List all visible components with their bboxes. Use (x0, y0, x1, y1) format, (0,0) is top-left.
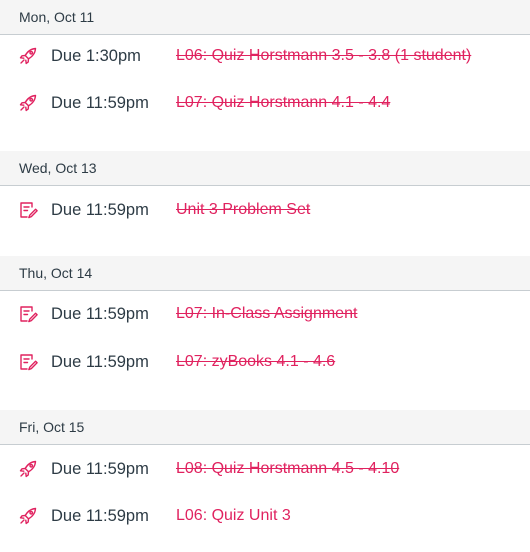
planner-item: Due 11:59pm L07: In-Class Assignment (0, 294, 530, 334)
quiz-rocket-icon (18, 506, 38, 526)
assignment-icon (18, 200, 38, 220)
planner-item: Due 11:59pm L06: Quiz Unit 3 (0, 496, 530, 536)
day-group-thu-oct-14: Thu, Oct 14 (0, 256, 530, 291)
day-group-mon-oct-11: Mon, Oct 11 (0, 0, 530, 35)
quiz-rocket-icon (18, 46, 38, 66)
item-due-time: Due 11:59pm (51, 352, 149, 371)
item-due-time: Due 11:59pm (51, 459, 149, 478)
planner-item: Due 1:30pm L06: Quiz Horstmann 3.5 - 3.8… (0, 36, 530, 76)
item-title-link[interactable]: L06: Quiz Unit 3 (176, 507, 291, 525)
day-header: Fri, Oct 15 (0, 410, 530, 445)
item-title-link[interactable]: L08: Quiz Horstmann 4.5 - 4.10 (176, 460, 399, 478)
planner-item: Due 11:59pm Unit 3 Problem Set (0, 190, 530, 230)
item-due-time: Due 11:59pm (51, 304, 149, 323)
item-title-link[interactable]: L06: Quiz Horstmann 3.5 - 3.8 (1 student… (176, 47, 471, 65)
item-due-time: Due 11:59pm (51, 93, 149, 112)
day-header-label: Thu, Oct 14 (19, 265, 93, 281)
quiz-rocket-icon (18, 93, 38, 113)
planner-item: Due 11:59pm L07: zyBooks 4.1 - 4.6 (0, 342, 530, 382)
item-title-link[interactable]: L07: zyBooks 4.1 - 4.6 (176, 353, 335, 371)
item-title-link[interactable]: L07: Quiz Horstmann 4.1 - 4.4 (176, 94, 390, 112)
quiz-rocket-icon (18, 459, 38, 479)
item-title-link[interactable]: Unit 3 Problem Set (176, 201, 310, 219)
day-header-label: Fri, Oct 15 (19, 419, 85, 435)
day-group-fri-oct-15: Fri, Oct 15 (0, 410, 530, 445)
day-header-label: Mon, Oct 11 (19, 9, 95, 25)
item-title-link[interactable]: L07: In-Class Assignment (176, 305, 357, 323)
item-due-time: Due 1:30pm (51, 46, 141, 65)
assignment-icon (18, 304, 38, 324)
day-header: Wed, Oct 13 (0, 151, 530, 186)
day-header-label: Wed, Oct 13 (19, 160, 97, 176)
item-due-time: Due 11:59pm (51, 506, 149, 525)
planner-item: Due 11:59pm L07: Quiz Horstmann 4.1 - 4.… (0, 83, 530, 123)
assignment-icon (18, 352, 38, 372)
planner-item: Due 11:59pm L08: Quiz Horstmann 4.5 - 4.… (0, 449, 530, 489)
item-due-time: Due 11:59pm (51, 200, 149, 219)
day-header: Thu, Oct 14 (0, 256, 530, 291)
day-header: Mon, Oct 11 (0, 0, 530, 35)
day-group-wed-oct-13: Wed, Oct 13 (0, 151, 530, 186)
